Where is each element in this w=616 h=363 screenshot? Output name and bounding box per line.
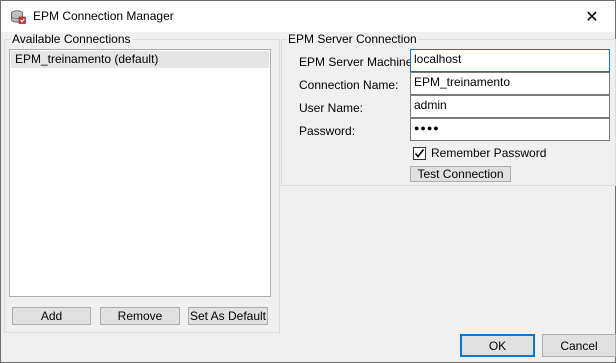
remove-button[interactable]: Remove [100, 307, 180, 325]
close-icon[interactable]: ✕ [569, 1, 615, 32]
connection-name-label: Connection Name: [299, 78, 399, 92]
remember-password-label[interactable]: Remember Password [431, 146, 546, 160]
user-name-field[interactable]: admin [410, 95, 610, 118]
test-connection-button[interactable]: Test Connection [410, 166, 511, 182]
user-name-value: admin [414, 98, 447, 112]
set-as-default-button[interactable]: Set As Default [188, 307, 268, 325]
cancel-button[interactable]: Cancel [542, 334, 616, 357]
connection-name-value: EPM_treinamento [414, 75, 511, 89]
connections-list[interactable]: EPM_treinamento (default) [9, 49, 271, 297]
ok-button[interactable]: OK [460, 334, 535, 357]
server-machine-field[interactable]: localhost [410, 49, 610, 72]
checkmark-icon [414, 149, 425, 158]
server-connection-label: EPM Server Connection [287, 32, 418, 46]
window-title: EPM Connection Manager [33, 9, 174, 23]
connection-name-field[interactable]: EPM_treinamento [410, 72, 610, 95]
user-name-label: User Name: [299, 101, 364, 115]
server-machine-value: localhost [414, 52, 462, 66]
list-item[interactable]: EPM_treinamento (default) [11, 51, 269, 68]
password-field[interactable]: ●●●● [410, 118, 610, 141]
connection-manager-window: EPM Connection Manager ✕ Available Conne… [0, 0, 616, 363]
remember-password-checkbox[interactable] [413, 147, 426, 160]
add-button[interactable]: Add [12, 307, 91, 325]
password-mask: ●●●● [414, 123, 440, 133]
title-bar[interactable]: EPM Connection Manager ✕ [1, 1, 615, 32]
server-machine-label: EPM Server Machine: [299, 55, 416, 69]
available-connections-label: Available Connections [11, 32, 132, 46]
epm-app-icon [10, 9, 26, 25]
password-label: Password: [299, 124, 356, 138]
